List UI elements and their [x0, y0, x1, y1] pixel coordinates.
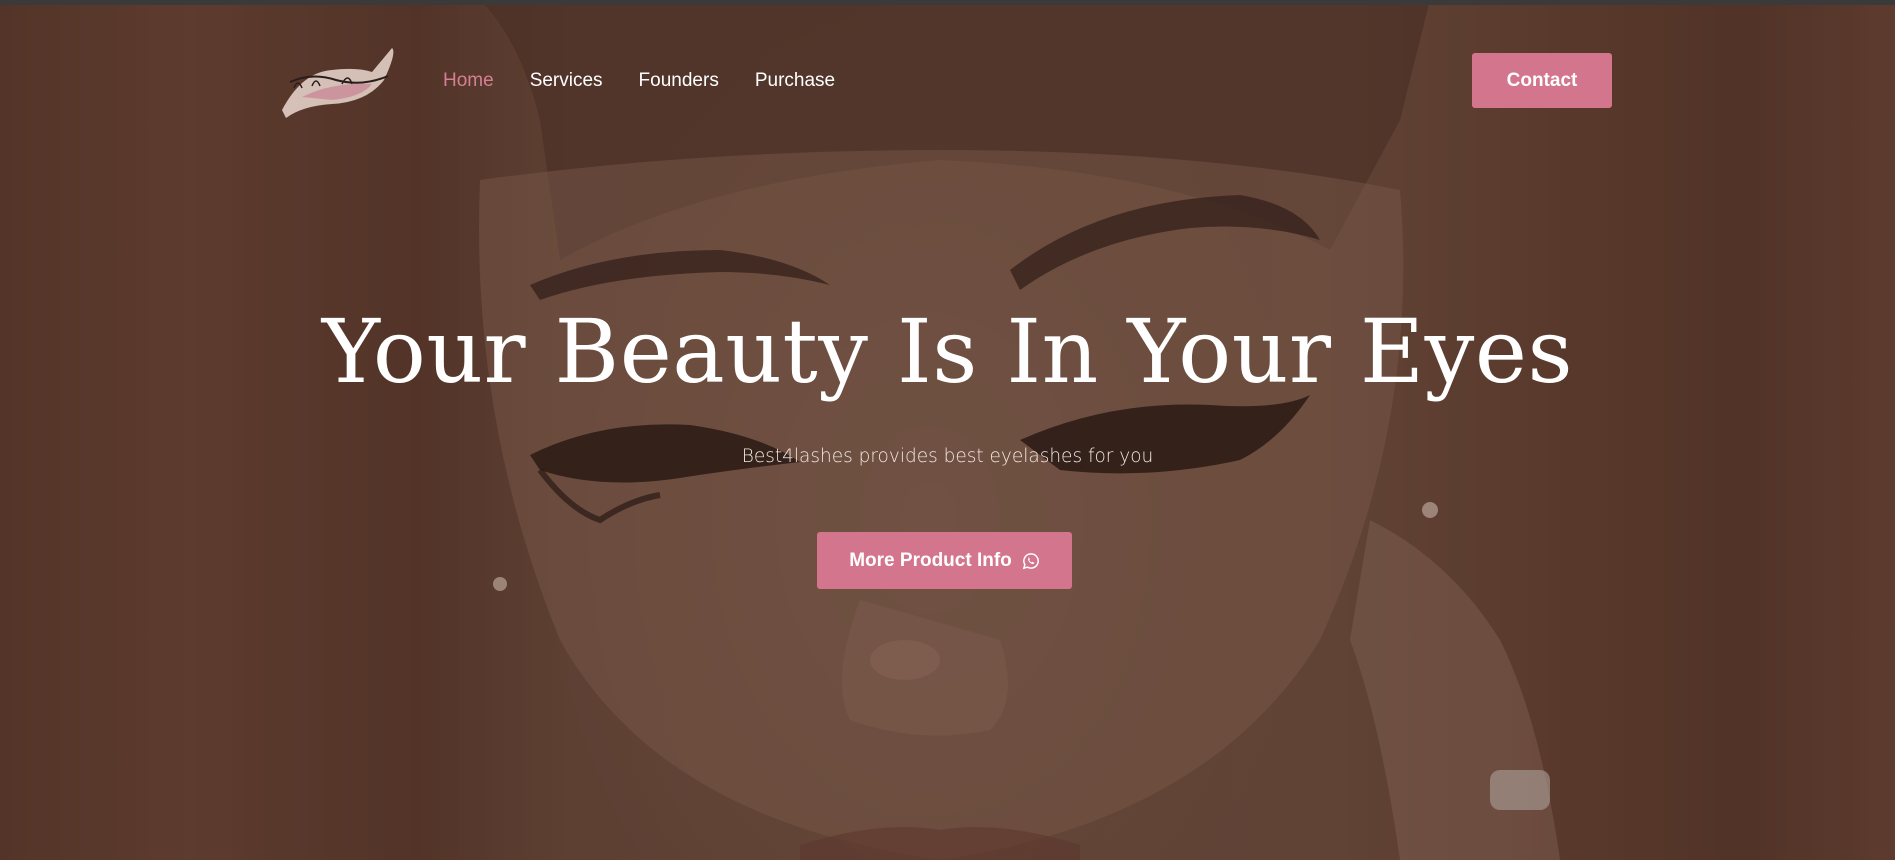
whatsapp-icon: [1022, 552, 1039, 569]
hero-section: Home Services Founders Purchase Contact …: [0, 0, 1895, 860]
hero-subtitle: Best4lashes provides best eyelashes for …: [741, 446, 1154, 467]
hero-title: Your Beauty Is In Your Eyes: [321, 300, 1574, 403]
nav-link-purchase[interactable]: Purchase: [755, 70, 835, 92]
cta-label: More Product Info: [849, 549, 1012, 571]
brand-logo[interactable]: [272, 42, 404, 122]
nav-link-services[interactable]: Services: [530, 70, 603, 92]
nav-link-home[interactable]: Home: [443, 70, 494, 92]
contact-button[interactable]: Contact: [1472, 53, 1612, 108]
main-navigation: Home Services Founders Purchase Contact: [0, 0, 1895, 160]
nav-link-founders[interactable]: Founders: [639, 70, 719, 92]
more-product-info-button[interactable]: More Product Info: [817, 532, 1072, 589]
brand-logo-icon: [282, 48, 394, 118]
nav-links: Home Services Founders Purchase: [443, 70, 871, 92]
